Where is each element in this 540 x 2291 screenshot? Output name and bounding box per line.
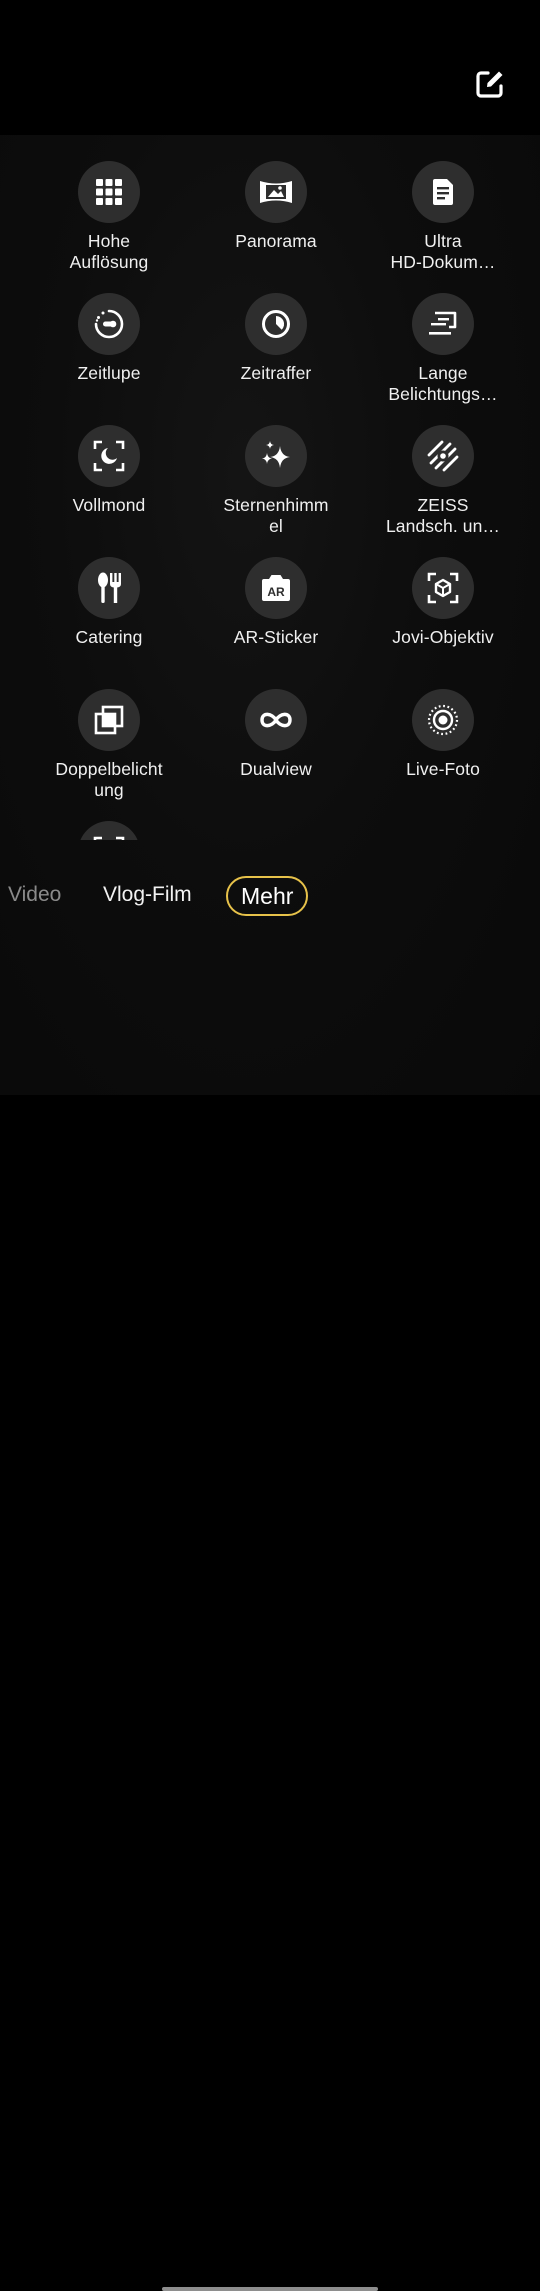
edit-icon: [476, 71, 503, 98]
lens-scan-icon: [427, 572, 459, 604]
infinity-icon: [260, 712, 292, 728]
panorama-icon: [260, 181, 292, 203]
focus-frame-icon: [93, 836, 125, 840]
mode-label: Sternenhimm el: [223, 495, 329, 536]
mode-sternenhimmel[interactable]: Sternenhimm el: [196, 425, 356, 537]
long-exposure-icon: [429, 311, 457, 335]
mode-vollmond[interactable]: Vollmond: [29, 425, 189, 516]
mode-label: AR-Sticker: [233, 627, 319, 647]
mode-doppelbelichtung[interactable]: Doppelbelicht ung: [29, 689, 189, 801]
camera-mode-bar: Video Vlog-Film Mehr: [0, 875, 540, 919]
mode-label: Panorama: [235, 231, 317, 251]
grid-icon: [96, 179, 122, 205]
mode-label: Zeitlupe: [77, 363, 141, 383]
mode-label: ZEISS Landsch. un…: [385, 495, 501, 536]
mode-label: Lange Belichtungs…: [388, 363, 498, 404]
tab-video[interactable]: Video: [8, 875, 61, 915]
mode-hohe-aufloesung[interactable]: Hohe Auflösung: [29, 161, 189, 273]
mode-label: Catering: [75, 627, 143, 647]
cutlery-icon: [98, 572, 121, 603]
ar-camera-icon: AR: [262, 575, 290, 601]
edit-button[interactable]: [474, 68, 506, 100]
top-bar: [0, 0, 540, 135]
mode-label: Zeitraffer: [240, 363, 312, 383]
more-modes-panel: Hohe Auflösung Panorama Ultra HD-Dokum… …: [0, 135, 540, 1095]
mode-label: Vollmond: [72, 495, 146, 515]
slow-motion-icon: [94, 309, 124, 339]
mode-label: Dualview: [240, 759, 312, 779]
mode-dualview[interactable]: Dualview: [196, 689, 356, 780]
mode-zeiss-landschaft[interactable]: ZEISS Landsch. un…: [363, 425, 523, 537]
sparkles-icon: [262, 441, 290, 468]
mode-label: Live-Foto: [406, 759, 480, 779]
mode-live-foto[interactable]: Live-Foto: [363, 689, 523, 780]
bottom-bar: [0, 1095, 540, 2291]
mode-panorama[interactable]: Panorama: [196, 161, 356, 252]
moon-focus-icon: [93, 440, 125, 472]
live-photo-icon: [427, 704, 459, 736]
mode-zeitlupe[interactable]: Zeitlupe: [29, 293, 189, 384]
double-exposure-icon: [94, 705, 124, 735]
svg-text:AR: AR: [267, 585, 285, 599]
mode-zeitraffer[interactable]: Zeitraffer: [196, 293, 356, 384]
timelapse-icon: [262, 310, 290, 338]
mode-jovi-objektiv[interactable]: Jovi-Objektiv: [363, 557, 523, 648]
tab-vlog-film[interactable]: Vlog-Film: [103, 875, 192, 915]
mode-ar-sticker[interactable]: AR AR-Sticker: [196, 557, 356, 648]
mode-label: Ultra HD-Dokum…: [390, 231, 496, 272]
mode-label: Doppelbelicht ung: [55, 759, 163, 800]
mode-ultra-hd-dokument[interactable]: Ultra HD-Dokum…: [363, 161, 523, 273]
home-indicator[interactable]: [162, 2287, 378, 2291]
mode-lange-belichtung[interactable]: Lange Belichtungs…: [363, 293, 523, 405]
mode-label: Hohe Auflösung: [69, 231, 149, 272]
mode-grid: Hohe Auflösung Panorama Ultra HD-Dokum… …: [0, 135, 540, 840]
zeiss-landscape-icon: [427, 440, 459, 472]
document-icon: [433, 179, 453, 205]
mode-catering[interactable]: Catering: [29, 557, 189, 648]
mode-partial[interactable]: [29, 821, 189, 840]
tab-mehr[interactable]: Mehr: [226, 876, 309, 916]
mode-label: Jovi-Objektiv: [392, 627, 494, 647]
